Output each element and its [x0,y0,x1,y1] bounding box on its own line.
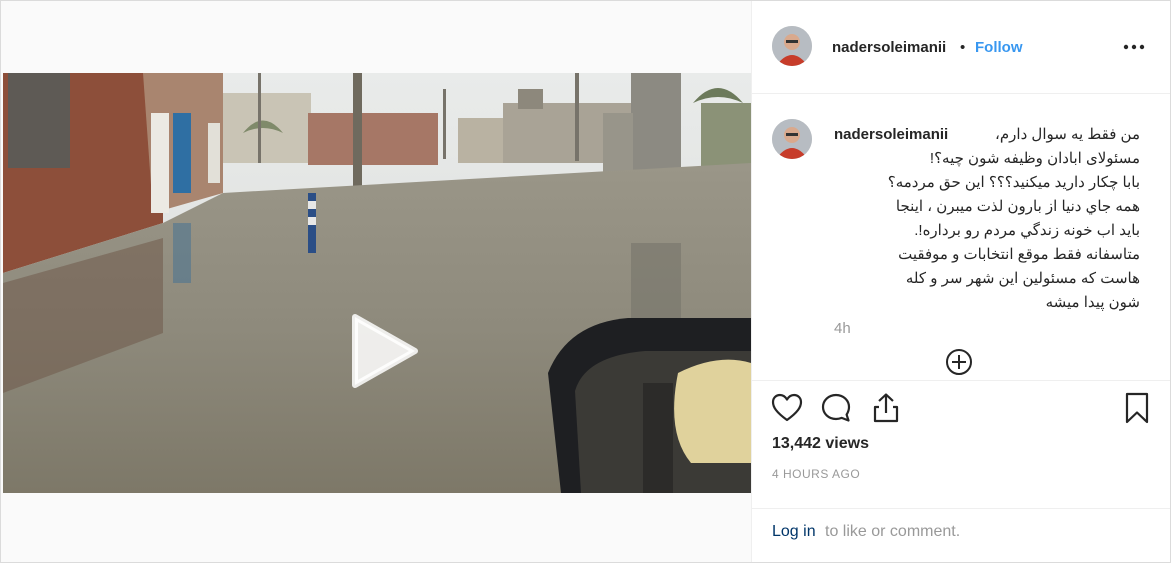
avatar[interactable] [772,26,812,66]
caption-line: متاسفانه فقط موقع انتخابات و موفقیت [898,246,1140,263]
ellipsis-icon[interactable] [1122,35,1146,59]
view-count[interactable]: 13,442 views [772,435,869,453]
caption-line: همه جاي دنيا از بارون لذت ميبرن ، اينجا [895,198,1140,215]
heart-icon[interactable] [770,391,804,425]
login-link[interactable]: Log in [772,523,816,541]
username[interactable]: nadersoleimanii [832,39,946,56]
post-media [1,1,752,562]
caption-username[interactable]: nadersoleimanii [834,126,948,143]
load-more-comments-icon[interactable] [945,348,973,376]
post-timestamp[interactable]: 4 HOURS AGO [772,467,860,481]
share-icon[interactable] [869,391,903,425]
avatar-image [772,119,812,159]
comments-section: nadersoleimanii من فقط یه سوال دارم، مسئ… [752,94,1170,380]
post-header: nadersoleimanii • Follow [752,1,1170,94]
caption: nadersoleimanii من فقط یه سوال دارم، مسئ… [834,123,1140,315]
caption-line: بابا چکار دارید میکنید؟؟؟ این حق مردمه؟ [887,174,1140,191]
caption-body: مسئولای ابادان وظیفه شون چیه؟! بابا چکار… [834,147,1140,315]
caption-line: بايد اب خونه زندگي مردم رو برداره!. [914,222,1140,239]
login-prompt-text: to like or comment. [825,523,961,540]
follow-button[interactable]: Follow [975,39,1023,56]
separator-dot: • [960,39,966,56]
caption-line: مسئولای ابادان وظیفه شون چیه؟! [929,150,1140,167]
comment-icon[interactable] [819,391,853,425]
post-frame: nadersoleimanii • Follow nadersoleimanii… [0,0,1171,563]
post-sidebar: nadersoleimanii • Follow nadersoleimanii… [752,1,1170,562]
video-player[interactable] [3,73,751,493]
play-icon[interactable] [343,311,423,391]
caption-line: من فقط یه سوال دارم، [995,126,1140,143]
avatar-image [772,26,812,66]
caption-avatar[interactable] [772,119,812,159]
video-frame-image [3,73,751,493]
caption-line: شون پیدا میشه [1045,294,1140,311]
bookmark-icon[interactable] [1120,391,1154,425]
caption-line: هاست که مسئولین این شهر سر و کله [905,270,1140,287]
caption-age: 4h [834,320,851,337]
login-prompt: Log in to like or comment. [752,508,1170,563]
